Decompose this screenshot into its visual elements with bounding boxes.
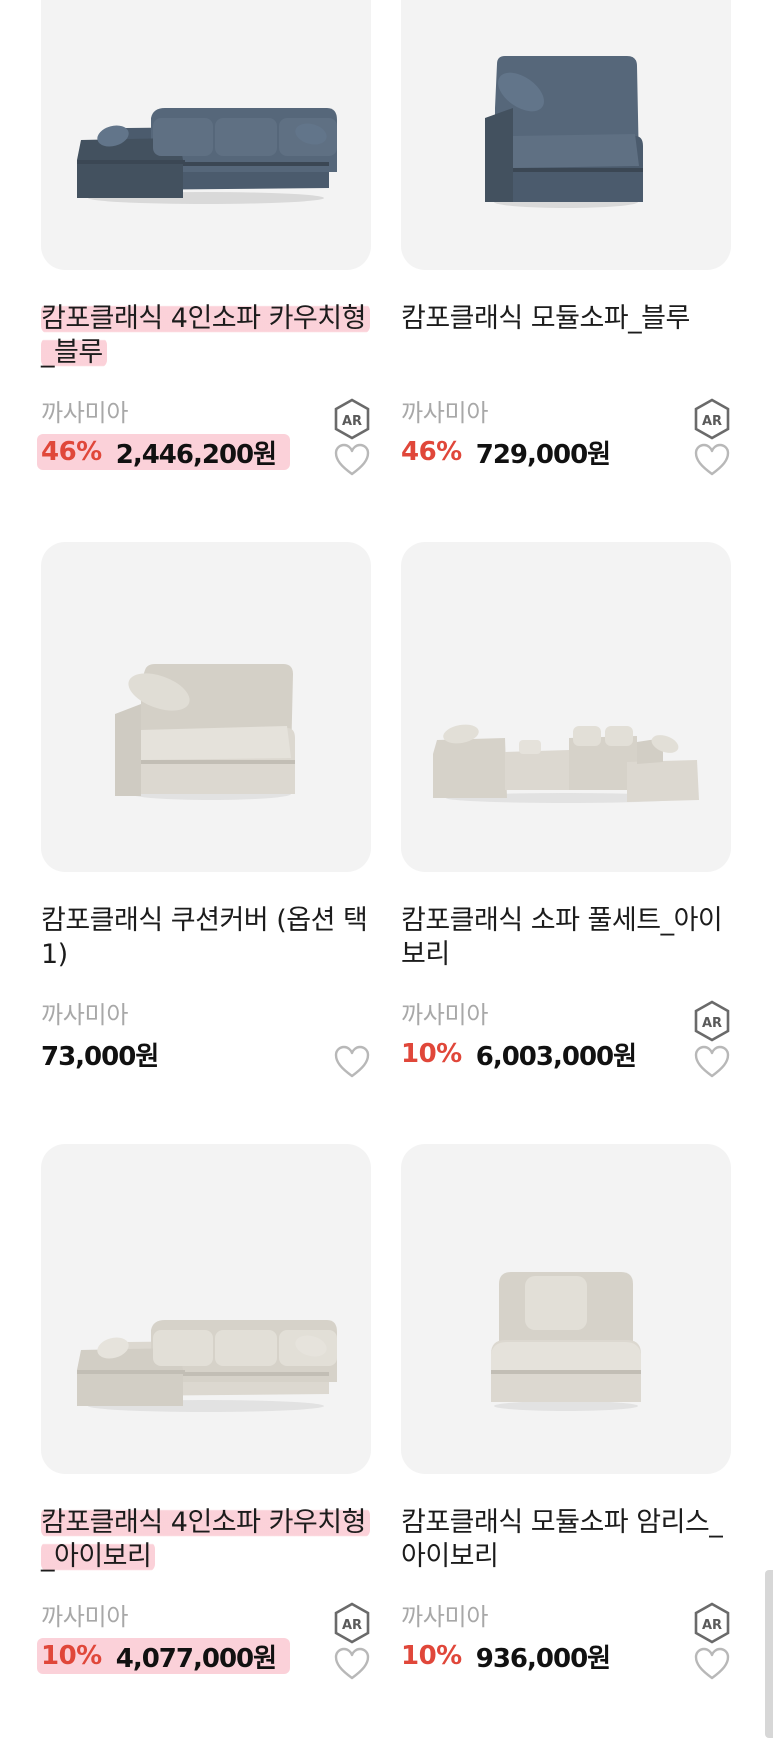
price: 4,077,000원: [115, 1643, 277, 1674]
product-image[interactable]: [401, 542, 731, 872]
scrollbar-thumb[interactable]: [765, 1570, 773, 1738]
product-name-line-1: 캄포클래식 소파 풀세트_아이: [401, 905, 723, 936]
product-name[interactable]: 캄포클래식 4인소파 카우치형 _블루: [41, 302, 371, 370]
product-card[interactable]: 캄포클래식 4인소파 카우치형 _블루 까사미아 46% 2,446,200원 …: [37, 0, 371, 476]
heart-outline-icon[interactable]: [693, 442, 731, 478]
sofa-full-set-image: [433, 724, 699, 803]
product-card[interactable]: 캄포클래식 모듈소파_블루 까사미아 46% 729,000원 AR: [401, 0, 731, 476]
heart-outline-icon[interactable]: [693, 1044, 731, 1080]
discount-rate: 46%: [401, 437, 462, 467]
product-name-line-2: 1): [41, 939, 68, 970]
ar-hexagon-icon[interactable]: AR: [333, 1602, 371, 1644]
ar-hexagon-icon[interactable]: AR: [333, 398, 371, 440]
sofa-corner-module-image: [485, 56, 643, 208]
product-name-line-2: 아이보리: [401, 1541, 499, 1572]
ar-label: AR: [702, 1618, 722, 1633]
price: 936,000원: [475, 1643, 611, 1674]
ar-label: AR: [702, 414, 722, 429]
price-row: 10% 6,003,000원: [401, 1036, 637, 1072]
product-card[interactable]: 캄포클래식 4인소파 카우치형 _아이보리 까사미아 10% 4,077,000…: [37, 1144, 371, 1680]
product-name-line-2: 보리: [401, 939, 450, 970]
heart-outline-icon[interactable]: [693, 1646, 731, 1682]
price-row: 73,000원: [41, 1036, 159, 1072]
heart-outline-icon[interactable]: [333, 1044, 371, 1080]
price: 73,000원: [41, 1041, 159, 1072]
product-name-line-1: 캄포클래식 모듈소파_블루: [401, 303, 690, 334]
price: 2,446,200원: [115, 439, 277, 470]
brand-name: 까사미아: [401, 1603, 489, 1631]
ar-label: AR: [342, 414, 362, 429]
heart-outline-icon[interactable]: [333, 442, 371, 478]
product-card[interactable]: 캄포클래식 모듈소파 암리스_ 아이보리 까사미아 10% 936,000원 A…: [401, 1144, 731, 1680]
product-image[interactable]: [41, 542, 371, 872]
discount-rate: 46%: [41, 437, 102, 467]
product-name-line-1: 캄포클래식 쿠션커버 (옵션 택: [41, 905, 368, 936]
product-image[interactable]: [41, 1144, 371, 1474]
product-image[interactable]: [401, 0, 731, 270]
price: 729,000원: [475, 439, 611, 470]
brand-name: 까사미아: [401, 399, 489, 427]
product-image[interactable]: [41, 0, 371, 270]
heart-outline-icon[interactable]: [333, 1646, 371, 1682]
discount-rate: 10%: [401, 1641, 462, 1671]
ar-label: AR: [702, 1016, 722, 1031]
product-card[interactable]: 캄포클래식 소파 풀세트_아이 보리 까사미아 10% 6,003,000원 A…: [401, 542, 731, 1078]
sofa-corner-ivory-image: [115, 664, 295, 800]
price: 6,003,000원: [475, 1041, 637, 1072]
product-name[interactable]: 캄포클래식 모듈소파 암리스_ 아이보리: [401, 1506, 731, 1574]
price-row: 46% 2,446,200원: [37, 434, 291, 470]
price-row: 10% 936,000원: [401, 1638, 611, 1674]
brand-name: 까사미아: [41, 1001, 129, 1029]
price-row: 46% 729,000원: [401, 434, 611, 470]
sofa-sectional-couch-image: [77, 108, 337, 204]
brand-name: 까사미아: [41, 399, 129, 427]
discount-rate: 10%: [41, 1641, 102, 1671]
product-name[interactable]: 캄포클래식 쿠션커버 (옵션 택 1): [41, 904, 371, 972]
brand-name: 까사미아: [401, 1001, 489, 1029]
product-name-line-1: 캄포클래식 4인소파 카우치형: [41, 303, 370, 334]
product-name-line-1: 캄포클래식 4인소파 카우치형: [41, 1507, 370, 1538]
sofa-sectional-couch-ivory-image: [77, 1320, 337, 1412]
product-name-line-1: 캄포클래식 모듈소파 암리스_: [401, 1507, 723, 1538]
price-row: 10% 4,077,000원: [37, 1638, 291, 1674]
ar-hexagon-icon[interactable]: AR: [693, 1602, 731, 1644]
product-name[interactable]: 캄포클래식 소파 풀세트_아이 보리: [401, 904, 731, 972]
sofa-armless-module-image: [491, 1272, 641, 1411]
product-name[interactable]: 캄포클래식 모듈소파_블루: [401, 302, 731, 336]
discount-rate: 10%: [401, 1039, 462, 1069]
product-name[interactable]: 캄포클래식 4인소파 카우치형 _아이보리: [41, 1506, 371, 1574]
product-name-line-2: _아이보리: [41, 1541, 156, 1572]
product-image[interactable]: [401, 1144, 731, 1474]
product-name-line-2: _블루: [41, 337, 107, 368]
brand-name: 까사미아: [41, 1603, 129, 1631]
product-card[interactable]: 캄포클래식 쿠션커버 (옵션 택 1) 까사미아 73,000원: [41, 542, 371, 1078]
ar-hexagon-icon[interactable]: AR: [693, 1000, 731, 1042]
ar-hexagon-icon[interactable]: AR: [693, 398, 731, 440]
ar-label: AR: [342, 1618, 362, 1633]
